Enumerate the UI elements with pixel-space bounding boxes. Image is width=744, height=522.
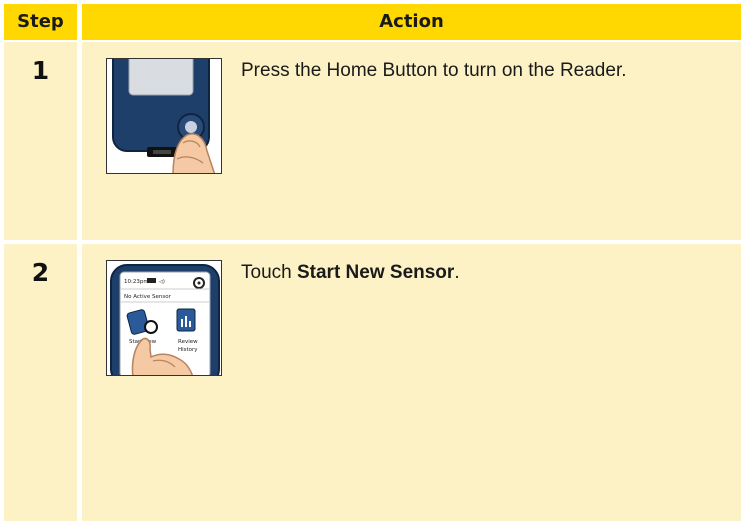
action-emphasis: Start New Sensor	[296, 262, 455, 283]
step-number: 1	[31, 56, 50, 85]
action-cell: 10:23pm ◁) No Active Sensor Start New Re…	[82, 244, 741, 521]
step-cell: 2	[4, 244, 77, 521]
table-row: 1 Press the Home Button to turn on the R…	[4, 42, 741, 240]
action-cell: Press the Home Button to turn on the Rea…	[82, 42, 741, 240]
action-suffix: .	[454, 262, 460, 283]
screen-time: 10:23pm	[124, 279, 149, 285]
reader-screen-icon: 10:23pm ◁) No Active Sensor Start New Re…	[110, 264, 220, 375]
svg-text:◁): ◁)	[159, 279, 165, 285]
screen-review-label: Review	[178, 339, 198, 345]
step-description: Touch Start New Sensor.	[241, 262, 460, 284]
table-row: 2 10:23pm ◁) No Active Sensor Start New …	[4, 244, 741, 521]
table-header: Step Action	[4, 4, 741, 40]
reader-home-button-illustration	[106, 58, 222, 174]
step-cell: 1	[4, 42, 77, 240]
action-prefix: Touch	[241, 262, 297, 283]
screen-history-label: History	[178, 347, 198, 353]
header-action: Action	[82, 4, 741, 40]
step-description: Press the Home Button to turn on the Rea…	[241, 60, 627, 81]
screen-status: No Active Sensor	[124, 294, 172, 300]
reader-start-sensor-illustration: 10:23pm ◁) No Active Sensor Start New Re…	[106, 260, 222, 376]
header-step: Step	[4, 4, 77, 40]
reader-illustration-icon	[112, 59, 216, 173]
step-number: 2	[31, 258, 50, 287]
